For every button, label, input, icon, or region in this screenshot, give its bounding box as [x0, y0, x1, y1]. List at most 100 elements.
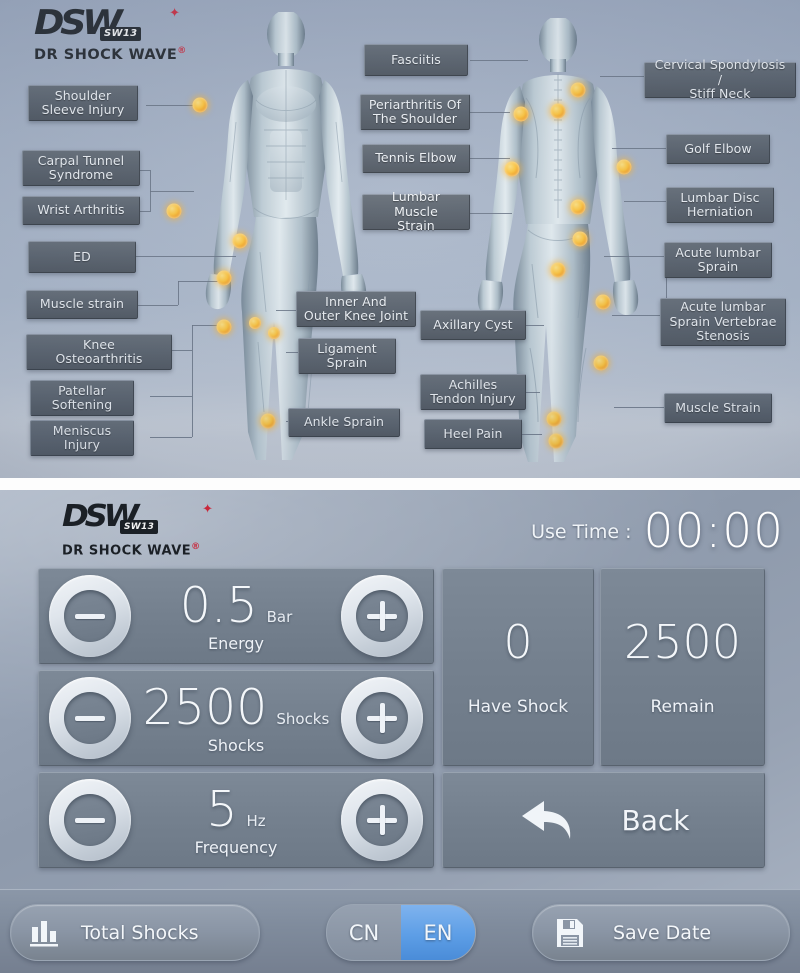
label-carpal-tunnel-syndrome[interactable]: Carpal Tunnel Syndrome	[22, 150, 140, 186]
bottom-toolbar: Total Shocks CN EN Save Date	[0, 889, 800, 973]
label-acute-lumbar-sprain[interactable]: Acute lumbar Sprain	[664, 242, 772, 278]
label-text: Acute lumbar Sprain	[675, 244, 761, 274]
panel-separator	[0, 478, 800, 490]
label-ed[interactable]: ED	[28, 241, 136, 273]
leader-line	[178, 281, 218, 282]
logo-tagline-text: DR SHOCK WAVE	[62, 543, 192, 559]
have-shock-stat: 0 Have Shock	[443, 569, 593, 765]
label-tennis-elbow[interactable]: Tennis Elbow	[362, 144, 470, 173]
label-knee-osteoarthritis[interactable]: Knee Osteoarthritis	[26, 334, 172, 370]
energy-readout: 0.5 Bar Energy	[131, 579, 341, 653]
remain-value: 2500	[623, 615, 742, 669]
body-marker-lumbar	[570, 199, 586, 215]
label-cervical-spondylosis-stiff-neck[interactable]: Cervical Spondylosis / Stiff Neck	[644, 58, 796, 101]
leader-line	[126, 256, 236, 257]
machine-control-panel: DSW ✦ SW13 DR SHOCK WAVE® Use Time : 00:…	[0, 490, 800, 973]
label-muscle-strain-back[interactable]: Muscle Strain	[664, 393, 772, 423]
frequency-increase-button[interactable]	[341, 779, 423, 861]
label-text: Heel Pain	[443, 425, 503, 441]
body-marker-calf	[593, 355, 609, 371]
leader-line	[612, 315, 664, 316]
label-text: Patellar Softening	[51, 382, 113, 412]
energy-unit: Bar	[266, 607, 293, 626]
language-toggle[interactable]: CN EN	[326, 904, 476, 961]
energy-caption: Energy	[207, 633, 264, 653]
label-periarthritis-of-the-shoulder[interactable]: Periarthritis Of The Shoulder	[360, 94, 470, 130]
body-marker-back-shoulder-left	[550, 103, 566, 119]
body-marker-sacrum	[572, 231, 588, 247]
label-ankle-sprain[interactable]: Ankle Sprain	[288, 408, 400, 437]
language-option-en[interactable]: EN	[401, 905, 475, 960]
use-time-display: Use Time : 00:00	[531, 508, 784, 555]
label-ligament-sprain[interactable]: Ligament Sprain	[298, 338, 396, 374]
frequency-unit: Hz	[246, 811, 266, 830]
leader-line	[470, 213, 512, 214]
floppy-disk-icon	[555, 917, 585, 949]
body-marker-hamstring	[595, 294, 611, 310]
body-marker-back-deltoid	[513, 106, 529, 122]
label-text: Lumbar Muscle Strain	[391, 189, 441, 234]
back-button[interactable]: Back	[442, 772, 765, 868]
body-marker-shoulder	[192, 97, 208, 113]
shocks-increase-button[interactable]	[341, 677, 423, 759]
label-golf-elbow[interactable]: Golf Elbow	[666, 134, 770, 164]
energy-increase-button[interactable]	[341, 575, 423, 657]
shocks-stepper: 2500 Shocks Shocks	[39, 671, 433, 765]
label-acute-lumbar-sprain-vertebrae-stenosis[interactable]: Acute lumbar Sprain Vertebrae Stenosis	[660, 298, 786, 346]
language-option-cn[interactable]: CN	[327, 905, 401, 960]
label-text: Meniscus Injury	[52, 422, 112, 452]
body-marker-wrist	[166, 203, 182, 219]
label-fasciitis[interactable]: Fasciitis	[364, 44, 468, 76]
energy-control-card: 0.5 Bar Energy	[38, 568, 434, 664]
label-wrist-arthritis[interactable]: Wrist Arthritis	[22, 196, 140, 225]
label-achilles-tendon-injury[interactable]: Achilles Tendon Injury	[420, 374, 526, 410]
label-inner-outer-knee-joint[interactable]: Inner And Outer Knee Joint	[296, 291, 416, 327]
save-date-label: Save Date	[613, 921, 712, 944]
shocks-value: 2500	[142, 678, 268, 736]
leader-line	[150, 191, 194, 192]
body-marker-elbow-right	[616, 159, 632, 175]
frequency-value: 5	[206, 780, 238, 838]
have-shock-caption: Have Shock	[467, 697, 569, 717]
shocks-control-card: 2500 Shocks Shocks	[38, 670, 434, 766]
energy-decrease-button[interactable]	[49, 575, 131, 657]
body-marker-thigh	[216, 270, 232, 286]
label-patellar-softening[interactable]: Patellar Softening	[30, 380, 134, 416]
leader-line	[470, 60, 528, 61]
logo-model-badge: SW13	[100, 27, 142, 41]
shocks-readout: 2500 Shocks Shocks	[131, 678, 341, 755]
total-shocks-button[interactable]: Total Shocks	[10, 904, 260, 961]
front-body-illustration	[196, 12, 376, 464]
label-heel-pain[interactable]: Heel Pain	[424, 419, 522, 449]
frequency-caption: Frequency	[194, 837, 278, 857]
label-shoulder-sleeve-injury[interactable]: Shoulder Sleeve Injury	[28, 85, 138, 121]
logo-star-icon: ✦	[202, 501, 213, 516]
registered-mark: ®	[191, 542, 201, 552]
label-lumbar-muscle-strain[interactable]: Lumbar Muscle Strain	[362, 190, 470, 233]
body-marker-ankle	[260, 413, 276, 429]
leader-line	[150, 437, 192, 438]
frequency-readout: 5 Hz Frequency	[131, 780, 341, 857]
label-text: Inner And Outer Knee Joint	[303, 293, 409, 323]
label-text: Periarthritis Of The Shoulder	[368, 96, 462, 126]
back-button-label: Back	[621, 803, 690, 837]
label-text: Carpal Tunnel Syndrome	[37, 152, 125, 182]
label-meniscus-injury[interactable]: Meniscus Injury	[30, 420, 134, 456]
have-shock-value: 0	[503, 615, 533, 669]
save-date-button[interactable]: Save Date	[532, 904, 790, 961]
frequency-decrease-button[interactable]	[49, 779, 131, 861]
brand-logo-machine: DSW ✦ SW13 DR SHOCK WAVE®	[62, 500, 227, 559]
leader-line	[624, 201, 668, 202]
label-text: Acute lumbar Sprain Vertebrae Stenosis	[669, 299, 777, 344]
body-marker-neck	[570, 82, 586, 98]
shocks-decrease-button[interactable]	[49, 677, 131, 759]
label-lumbar-disc-herniation[interactable]: Lumbar Disc Herniation	[666, 187, 774, 223]
body-marker-glute-left	[550, 262, 566, 278]
label-text: Muscle Strain	[675, 399, 761, 415]
label-text: Golf Elbow	[684, 140, 752, 156]
label-muscle-strain-front[interactable]: Muscle strain	[26, 290, 138, 319]
body-marker-knee-left	[216, 319, 232, 335]
label-axillary-cyst[interactable]: Axillary Cyst	[420, 310, 526, 340]
body-marker-heel	[548, 433, 564, 449]
body-marker-knee-right	[268, 327, 280, 339]
